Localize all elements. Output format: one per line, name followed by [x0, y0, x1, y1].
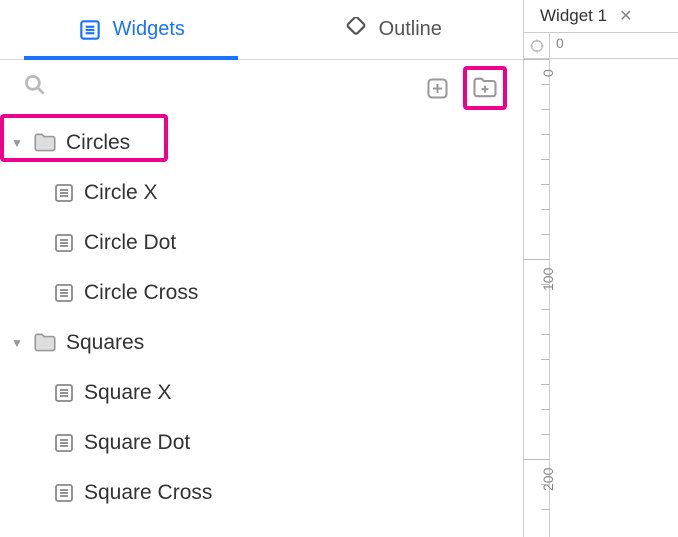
- page-label: Circle Cross: [84, 281, 198, 305]
- ruler-horizontal: 0: [524, 33, 678, 59]
- add-page-button[interactable]: [421, 72, 453, 104]
- widgets-panel: Widgets Outline ▼ Circl: [0, 0, 524, 537]
- canvas[interactable]: [550, 59, 678, 537]
- page-label: Circle X: [84, 181, 158, 205]
- page-icon: [52, 381, 76, 405]
- folder-icon: [32, 330, 58, 356]
- page-label: Square Dot: [84, 431, 190, 455]
- page-icon: [52, 231, 76, 255]
- search-icon[interactable]: [22, 72, 48, 104]
- page-square-dot[interactable]: Square Dot: [0, 418, 523, 468]
- page-label: Square Cross: [84, 481, 212, 505]
- ruler-v-label: 100: [540, 268, 556, 291]
- page-circle-x[interactable]: Circle X: [0, 168, 523, 218]
- folder-label: Circles: [66, 131, 130, 155]
- ruler-origin-icon[interactable]: [524, 33, 550, 59]
- tab-widgets[interactable]: Widgets: [0, 0, 262, 59]
- outline-icon: [343, 17, 369, 43]
- page-square-x[interactable]: Square X: [0, 368, 523, 418]
- add-folder-highlight: [463, 66, 507, 110]
- page-circle-dot[interactable]: Circle Dot: [0, 218, 523, 268]
- page-icon: [52, 181, 76, 205]
- ruler-v-label: 200: [540, 468, 556, 491]
- panel-tab-bar: Widgets Outline: [0, 0, 523, 60]
- page-icon: [52, 481, 76, 505]
- tab-outline[interactable]: Outline: [262, 0, 524, 59]
- tab-widgets-label: Widgets: [113, 18, 185, 41]
- page-icon: [52, 281, 76, 305]
- add-folder-button[interactable]: [469, 72, 501, 104]
- chevron-down-icon[interactable]: ▼: [10, 136, 24, 150]
- tab-outline-label: Outline: [379, 18, 442, 41]
- page-icon: [52, 431, 76, 455]
- page-label: Circle Dot: [84, 231, 176, 255]
- folder-icon: [32, 130, 58, 156]
- canvas-tabstrip: Widget 1 ✕: [524, 0, 678, 33]
- chevron-down-icon[interactable]: ▼: [10, 336, 24, 350]
- canvas-panel: Widget 1 ✕ 0 0 100: [524, 0, 678, 537]
- panel-toolbar: [0, 60, 523, 116]
- widgets-tree: ▼ Circles Circle X Circle Dot Circle Cro…: [0, 116, 523, 518]
- folder-squares[interactable]: ▼ Squares: [0, 318, 523, 368]
- widgets-icon: [77, 17, 103, 43]
- close-icon[interactable]: ✕: [619, 6, 632, 26]
- folder-label: Squares: [66, 331, 144, 355]
- canvas-tab-title[interactable]: Widget 1: [540, 6, 607, 26]
- page-label: Square X: [84, 381, 172, 405]
- ruler-h-label-0: 0: [556, 35, 564, 51]
- folder-circles[interactable]: ▼ Circles: [0, 118, 523, 168]
- ruler-v-label: 0: [540, 69, 556, 77]
- page-circle-cross[interactable]: Circle Cross: [0, 268, 523, 318]
- ruler-vertical: 0 100 200: [524, 59, 550, 537]
- page-square-cross[interactable]: Square Cross: [0, 468, 523, 518]
